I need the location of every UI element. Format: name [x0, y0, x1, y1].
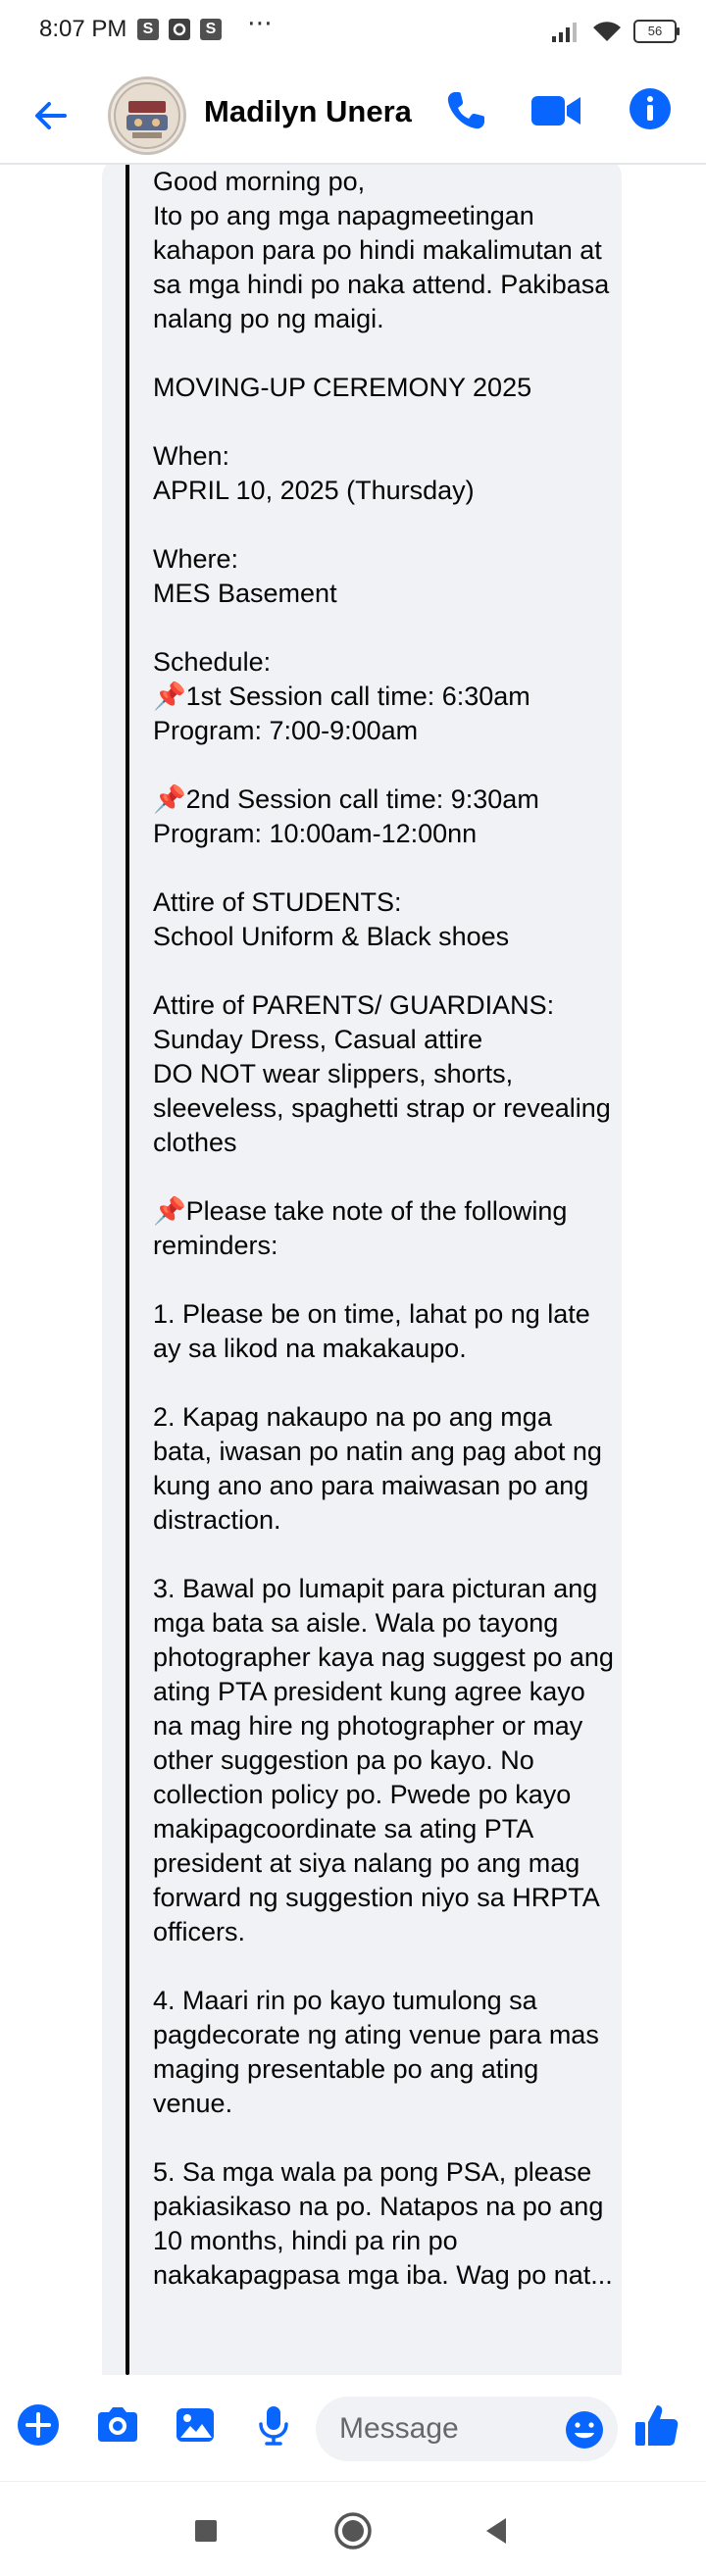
contact-name[interactable]: Madilyn Unera [204, 94, 412, 129]
thumbs-up-icon [635, 2405, 679, 2446]
avatar[interactable] [108, 76, 186, 155]
image-icon [176, 2408, 214, 2442]
audio-call-button[interactable] [441, 86, 490, 135]
info-button[interactable] [628, 86, 673, 131]
notification-app-icon [169, 19, 190, 40]
back-arrow-icon [35, 102, 67, 129]
quote-bar [126, 165, 129, 2375]
status-bar: 8:07 PM S S ⋯ 56 [0, 0, 706, 65]
recents-button[interactable] [184, 2509, 227, 2552]
camera-icon [98, 2407, 137, 2442]
message-text: Good morning po, Ito po ang mga napagmee… [153, 167, 614, 2290]
emoji-icon [566, 2411, 603, 2449]
contact-photo [111, 79, 183, 152]
notification-s-icon: S [137, 19, 159, 40]
more-actions-button[interactable] [16, 2402, 65, 2451]
status-time: 8:07 PM [39, 16, 127, 42]
wifi-icon [593, 22, 621, 41]
battery-icon: 56 [633, 20, 680, 43]
like-button[interactable] [631, 2400, 682, 2451]
camera-button[interactable] [94, 2402, 143, 2451]
video-call-button[interactable] [530, 86, 584, 135]
info-icon [630, 88, 671, 129]
gallery-button[interactable] [173, 2402, 222, 2451]
conversation-area[interactable]: Good morning po, Ito po ang mga napagmee… [0, 165, 706, 2375]
microphone-icon [259, 2406, 288, 2446]
system-navigation-bar [0, 2481, 706, 2576]
chat-header: Madilyn Unera [0, 65, 706, 165]
recents-square-icon [195, 2520, 217, 2542]
phone-icon [447, 92, 484, 129]
voice-message-button[interactable] [251, 2402, 300, 2451]
back-triangle-icon [486, 2518, 506, 2544]
plus-icon [18, 2404, 59, 2446]
home-button[interactable] [331, 2509, 375, 2552]
status-indicators: 56 [551, 18, 680, 45]
back-button[interactable] [29, 94, 73, 137]
emoji-button[interactable] [563, 2408, 606, 2451]
home-circle-icon [334, 2512, 372, 2550]
notification-s-icon-2: S [200, 19, 222, 40]
message-bubble[interactable]: Good morning po, Ito po ang mga napagmee… [102, 165, 622, 2375]
back-nav-button[interactable] [475, 2509, 518, 2552]
battery-level: 56 [647, 24, 663, 38]
signal-icon [552, 23, 577, 42]
video-camera-icon [531, 96, 580, 126]
more-notifications-icon: ⋯ [247, 8, 274, 37]
message-composer [0, 2375, 706, 2481]
